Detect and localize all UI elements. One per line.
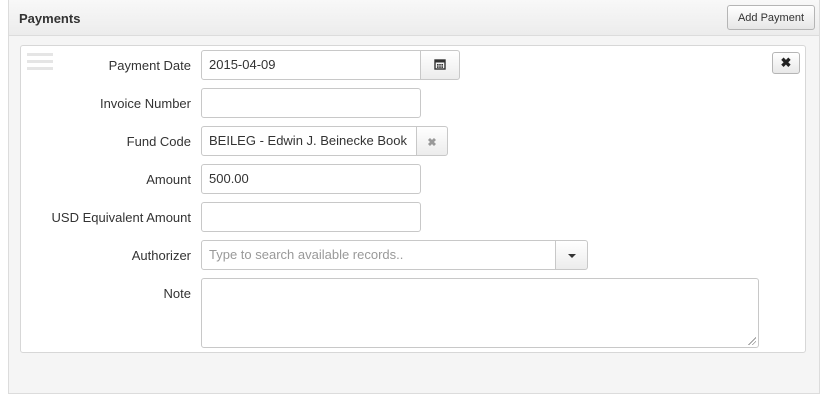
usd-equivalent-label: USD Equivalent Amount <box>51 210 191 225</box>
payment-date-input[interactable]: 2015-04-09 <box>201 50 422 80</box>
payments-panel: Payments Add Payment ✖ Payment Date 2015… <box>8 0 820 394</box>
usd-equivalent-input[interactable] <box>201 202 421 232</box>
remove-payment-button[interactable]: ✖ <box>772 52 800 74</box>
authorizer-dropdown-button[interactable] <box>555 240 588 270</box>
note-label: Note <box>163 286 191 301</box>
resize-grip-icon[interactable] <box>748 337 756 345</box>
calendar-button[interactable] <box>420 50 460 80</box>
amount-input[interactable]: 500.00 <box>201 164 421 194</box>
caret-down-icon <box>567 253 576 258</box>
payment-record-card: ✖ Payment Date 2015-04-09 Invoice Number… <box>20 45 806 353</box>
note-textarea[interactable] <box>201 278 759 348</box>
authorizer-search-input[interactable]: Type to search available records.. <box>201 240 556 270</box>
payment-date-label: Payment Date <box>108 58 191 73</box>
close-icon: ✖ <box>780 55 792 70</box>
invoice-number-input[interactable] <box>201 88 421 118</box>
fund-code-input[interactable]: BEILEG - Edwin J. Beinecke Book <box>201 126 417 156</box>
fund-code-label: Fund Code <box>126 134 191 149</box>
invoice-number-label: Invoice Number <box>99 96 191 111</box>
panel-header: Payments Add Payment <box>9 0 819 36</box>
clear-fund-code-button[interactable]: ✖ <box>416 126 448 156</box>
authorizer-label: Authorizer <box>131 248 191 263</box>
panel-title: Payments <box>19 11 81 26</box>
calendar-icon <box>434 58 446 70</box>
add-payment-button[interactable]: Add Payment <box>727 5 815 30</box>
amount-label: Amount <box>146 172 191 187</box>
clear-x-icon: ✖ <box>427 136 437 149</box>
